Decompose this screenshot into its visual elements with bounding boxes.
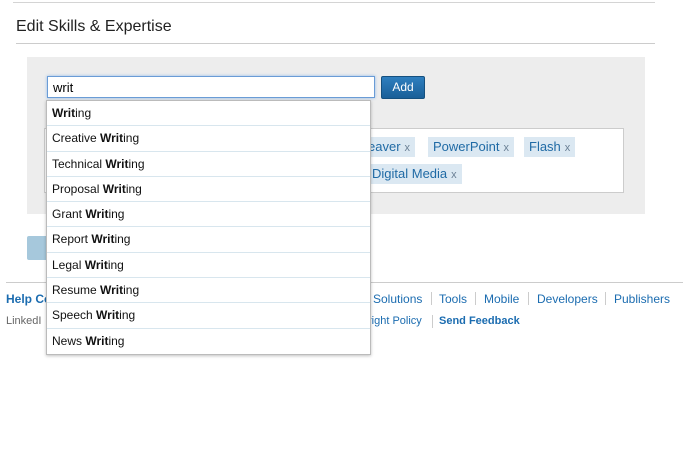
footer-link-developers[interactable]: Developers — [537, 292, 598, 306]
suggestion-match: Writ — [100, 131, 124, 146]
suggestion-match: Writ — [84, 257, 108, 272]
suggestion-prefix: News — [52, 333, 86, 348]
autocomplete-dropdown: Writing Creative Writing Technical Writi… — [46, 100, 371, 355]
suggestion-match: Writ — [91, 232, 115, 247]
suggestion-item[interactable]: News Writing — [47, 329, 370, 354]
suggestion-item[interactable]: Creative Writing — [47, 126, 370, 152]
suggestion-match: Writ — [102, 181, 126, 196]
suggestion-suffix: ing — [123, 283, 140, 298]
suggestion-item[interactable]: Report Writing — [47, 227, 370, 253]
remove-tag-icon[interactable]: x — [565, 142, 571, 154]
footer-separator — [475, 292, 476, 305]
skill-tag-label: eaver — [368, 139, 401, 154]
suggestion-item[interactable]: Legal Writing — [47, 253, 370, 279]
suggestion-item[interactable]: Grant Writing — [47, 202, 370, 228]
footer-separator — [605, 292, 606, 305]
footer-link-publishers[interactable]: Publishers — [614, 292, 670, 306]
suggestion-prefix: Resume — [52, 283, 101, 298]
suggestion-item[interactable]: Speech Writing — [47, 303, 370, 329]
suggestion-suffix: ing — [108, 207, 125, 222]
title-divider — [16, 43, 655, 44]
skill-tag-label: Flash — [529, 139, 561, 154]
suggestion-prefix: Legal — [52, 257, 85, 272]
suggestion-suffix: ing — [125, 181, 142, 196]
skill-tag: PowerPoint x — [428, 137, 514, 157]
footer-link-solutions[interactable]: Solutions — [373, 292, 422, 306]
suggestion-item[interactable]: Writing — [47, 101, 370, 127]
skill-search-input[interactable]: writ — [47, 76, 375, 98]
footer-link-help[interactable]: Help Co — [6, 292, 51, 306]
suggestion-suffix: ing — [107, 257, 124, 272]
skill-tag: Digital Media x — [367, 164, 462, 184]
skill-tag-label: Digital Media — [372, 166, 448, 181]
suggestion-match: Writ — [85, 207, 109, 222]
footer-copyright: LinkedI — [6, 315, 42, 327]
suggestion-match: Writ — [52, 106, 76, 120]
footer-separator — [431, 292, 432, 305]
footer-link-tools[interactable]: Tools — [439, 292, 467, 306]
suggestion-prefix: Technical — [52, 156, 106, 171]
suggestion-suffix: ing — [114, 232, 131, 247]
suggestion-match: Writ — [96, 308, 120, 323]
top-divider — [13, 2, 655, 3]
remove-tag-icon[interactable]: x — [451, 169, 457, 181]
footer-link-mobile[interactable]: Mobile — [484, 292, 519, 306]
suggestion-suffix: ing — [128, 156, 145, 171]
suggestion-prefix: Speech — [52, 308, 97, 323]
footer-link-copyright-policy[interactable]: right Policy — [368, 315, 422, 327]
suggestion-prefix: Report — [52, 232, 92, 247]
skill-tag-label: PowerPoint — [433, 139, 500, 154]
suggestion-match: Writ — [100, 283, 124, 298]
suggestion-suffix: ing — [119, 308, 136, 323]
footer-separator — [528, 292, 529, 305]
suggestion-prefix: Creative — [52, 131, 101, 146]
remove-tag-icon[interactable]: x — [503, 142, 509, 154]
suggestion-suffix: ing — [108, 333, 125, 348]
suggestion-match: Writ — [105, 156, 129, 171]
suggestion-item[interactable]: Technical Writing — [47, 152, 370, 177]
page-title: Edit Skills & Expertise — [16, 18, 172, 35]
suggestion-prefix: Proposal — [52, 181, 103, 196]
suggestion-prefix: Grant — [52, 207, 86, 222]
footer-link-send-feedback[interactable]: Send Feedback — [439, 315, 520, 327]
skill-tag: Flash x — [524, 137, 576, 157]
remove-tag-icon[interactable]: x — [405, 142, 411, 154]
suggestion-suffix: ing — [123, 131, 140, 146]
footer-separator — [432, 315, 433, 328]
suggestion-suffix: ing — [75, 106, 92, 120]
add-skill-button[interactable]: Add — [381, 76, 425, 99]
suggestion-match: Writ — [85, 333, 109, 348]
suggestion-item[interactable]: Resume Writing — [47, 278, 370, 304]
suggestion-item[interactable]: Proposal Writing — [47, 177, 370, 203]
